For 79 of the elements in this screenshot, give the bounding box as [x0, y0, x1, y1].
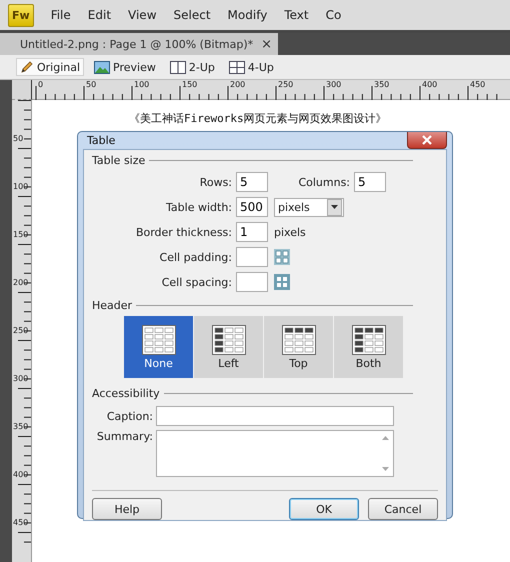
dialog-title: Table — [86, 134, 116, 147]
ruler-label: 350 — [374, 80, 390, 89]
rows-field[interactable]: 5 — [236, 172, 268, 192]
ruler-label: 300 — [326, 80, 342, 89]
view-mode-tab[interactable]: 4-Up — [224, 58, 278, 76]
field-label: Cell padding: — [158, 250, 232, 264]
field-label: Columns: — [297, 176, 350, 188]
table-icon — [142, 324, 176, 354]
caption-field[interactable] — [156, 406, 394, 426]
quad-view-icon — [228, 60, 245, 74]
pencil-icon — [20, 60, 34, 74]
document-tab[interactable]: Untitled-2.png : Page 1 @ 100% (Bitmap)* × — [0, 33, 278, 55]
field-label: Summary: — [96, 430, 153, 443]
header-option[interactable]: None — [124, 316, 193, 378]
dialog-button[interactable]: Help — [92, 498, 162, 520]
scroll-down-icon — [382, 467, 389, 471]
ruler-label: 250 — [13, 326, 28, 335]
menu-item[interactable]: Select — [174, 8, 211, 22]
table-icon — [212, 324, 246, 354]
field-label: Caption: — [106, 410, 153, 422]
image-icon — [94, 60, 110, 74]
grid-icon — [274, 274, 290, 290]
group-label: Header — [92, 298, 132, 312]
dialog-button[interactable]: Cancel — [368, 498, 438, 520]
ruler-label: 50 — [86, 80, 96, 89]
split-view-icon — [170, 60, 186, 74]
close-icon — [421, 135, 433, 145]
ruler-label: 150 — [13, 230, 28, 239]
header-option[interactable]: Both — [334, 316, 403, 378]
field-label: Cell spacing: — [160, 276, 232, 288]
ruler-label: 350 — [13, 422, 28, 431]
columns-field[interactable]: 5 — [354, 172, 386, 192]
ruler-label: 400 — [422, 80, 438, 89]
group-label: Accessibility — [92, 386, 160, 400]
view-mode-tab[interactable]: Original — [16, 58, 84, 76]
view-mode-tab[interactable]: Preview — [90, 58, 160, 76]
menu-item[interactable]: View — [128, 8, 157, 22]
scroll-up-icon — [382, 436, 389, 440]
unit-dropdown[interactable]: pixels — [274, 198, 344, 216]
caret-icon — [331, 205, 338, 209]
ruler-label: 100 — [13, 182, 28, 191]
menu-item[interactable]: Co — [326, 8, 342, 22]
ruler-label: 200 — [230, 80, 246, 89]
field-label: Border thickness: — [134, 226, 232, 238]
menu-item[interactable]: Edit — [88, 8, 112, 22]
menu-item[interactable]: Text — [284, 8, 309, 22]
ruler-label: 0 — [38, 80, 44, 89]
field-label: Rows: — [198, 176, 232, 188]
menu-item[interactable]: File — [50, 8, 71, 22]
header-option[interactable]: Left — [194, 316, 263, 378]
header-option[interactable]: Top — [264, 316, 333, 378]
ruler-label: 450 — [13, 518, 28, 527]
ruler-label: 250 — [278, 80, 294, 89]
grid-icon — [274, 249, 290, 265]
ruler-label: 400 — [13, 470, 28, 479]
ruler-label: 200 — [13, 278, 28, 287]
dialog-button[interactable]: OK — [289, 498, 359, 520]
ruler-label: 100 — [134, 80, 150, 89]
menu-item[interactable]: Modify — [228, 8, 268, 22]
field-label: Table width: — [165, 200, 232, 214]
app-logo: Fw — [8, 4, 34, 26]
table-width-field[interactable]: 500 — [236, 197, 268, 217]
document-title: Untitled-2.png : Page 1 @ 100% (Bitmap)* — [20, 38, 254, 50]
ruler-label: 300 — [13, 374, 28, 383]
cell-padding-field[interactable] — [236, 247, 268, 267]
summary-field[interactable] — [156, 430, 394, 477]
close-button[interactable] — [407, 132, 447, 149]
close-tab-button[interactable]: × — [261, 36, 272, 52]
unit-label: pixels — [274, 226, 306, 238]
table-icon — [282, 324, 316, 354]
ruler-label: 150 — [182, 80, 198, 89]
cell-spacing-field[interactable] — [236, 272, 268, 292]
view-mode-tab[interactable]: 2-Up — [166, 58, 219, 76]
group-label: Table size — [92, 154, 146, 166]
border-thickness-field[interactable]: 1 — [236, 222, 268, 242]
ruler-label: 50 — [13, 134, 24, 143]
table-icon — [352, 324, 386, 354]
ruler-label: 450 — [470, 80, 486, 89]
canvas-heading: 《美工神话Fireworks网页元素与网页效果图设计》 — [129, 111, 387, 126]
